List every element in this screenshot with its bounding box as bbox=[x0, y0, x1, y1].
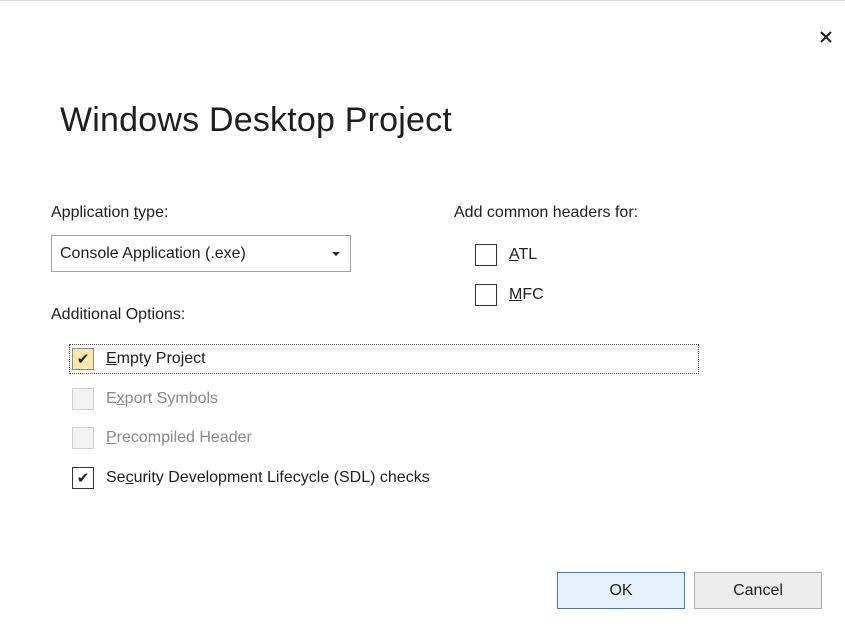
checkmark-icon: ✔ bbox=[76, 350, 90, 368]
sdl-checks-checkbox[interactable]: ✔ bbox=[72, 467, 94, 489]
precompiled-header-checkbox-row[interactable]: Precompiled Header bbox=[72, 425, 252, 451]
atl-checkbox[interactable] bbox=[475, 244, 497, 266]
chevron-down-icon bbox=[332, 252, 340, 256]
atl-checkbox-row[interactable]: ATL bbox=[475, 242, 537, 268]
empty-project-checkbox[interactable]: ✔ bbox=[72, 348, 94, 370]
dialog-title: Windows Desktop Project bbox=[60, 101, 452, 139]
precompiled-header-label: Precompiled Header bbox=[106, 429, 252, 446]
mfc-label: MFC bbox=[509, 286, 544, 303]
additional-options-label: Additional Options: bbox=[51, 306, 186, 323]
checkmark-icon: ✔ bbox=[76, 469, 90, 487]
precompiled-header-checkbox[interactable] bbox=[72, 427, 94, 449]
application-type-label: Application type: bbox=[51, 204, 169, 221]
export-symbols-label: Export Symbols bbox=[106, 390, 219, 407]
application-type-selected: Console Application (.exe) bbox=[60, 244, 246, 262]
export-symbols-checkbox-row[interactable]: Export Symbols bbox=[72, 386, 218, 412]
empty-project-label: Empty Project bbox=[106, 350, 206, 367]
empty-project-checkbox-row[interactable]: ✔ Empty Project bbox=[72, 346, 206, 372]
common-headers-label: Add common headers for: bbox=[454, 204, 639, 221]
application-type-dropdown[interactable]: Console Application (.exe) bbox=[51, 235, 351, 272]
cancel-button[interactable]: Cancel bbox=[694, 572, 822, 609]
mfc-checkbox[interactable] bbox=[475, 284, 497, 306]
windows-desktop-project-dialog: Windows Desktop Project Application type… bbox=[0, 0, 845, 639]
mfc-checkbox-row[interactable]: MFC bbox=[475, 282, 544, 308]
close-button[interactable] bbox=[814, 25, 838, 49]
atl-label: ATL bbox=[509, 246, 538, 263]
close-icon bbox=[820, 31, 832, 43]
sdl-checks-checkbox-row[interactable]: ✔ Security Development Lifecycle (SDL) c… bbox=[72, 465, 430, 491]
ok-button[interactable]: OK bbox=[557, 572, 685, 609]
sdl-checks-label: Security Development Lifecycle (SDL) che… bbox=[106, 469, 430, 486]
export-symbols-checkbox[interactable] bbox=[72, 388, 94, 410]
